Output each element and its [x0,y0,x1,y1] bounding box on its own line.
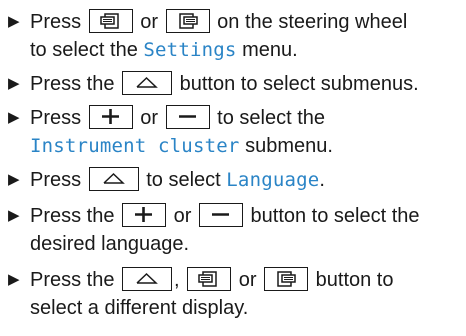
page-forward-icon [264,266,309,291]
page-back-icon [88,8,133,33]
bullet-icon: ▶ [8,13,20,30]
home-icon [122,266,173,291]
step-1-line-2: to select the Settings menu. [30,39,298,61]
page-forward-icon [165,8,210,33]
step-2-line-1: Press the button to select submenus. [30,70,419,98]
bullet-icon: ▶ [8,271,20,288]
step-5-line-2: desired language. [30,233,190,255]
instrument-cluster-term: Instrument cluster [30,135,240,157]
step-4-line-1: Press to select Language. [30,166,325,194]
home-icon [88,166,139,191]
settings-term: Settings [143,39,237,61]
plus-icon [122,202,167,227]
instruction-page: ▶ Press or on the steering wheel to sele… [0,0,466,336]
step-6-line-1: Press the , or button to [30,266,393,294]
step-6-line-2: select a different display. [30,297,249,319]
minus-icon [165,104,210,129]
bullet-icon: ▶ [8,171,20,188]
step-1-line-1: Press or on the steering wheel [30,8,407,36]
plus-icon [88,104,133,129]
language-term: Language [226,169,320,191]
step-3-line-1: Press or to select the [30,104,325,132]
step-5-line-1: Press the or button to select the [30,202,420,230]
page-back-icon [187,266,232,291]
bullet-icon: ▶ [8,207,20,224]
home-icon [122,70,173,95]
minus-icon [198,202,243,227]
bullet-icon: ▶ [8,75,20,92]
step-3-line-2: Instrument cluster submenu. [30,135,333,157]
bullet-icon: ▶ [8,109,20,126]
